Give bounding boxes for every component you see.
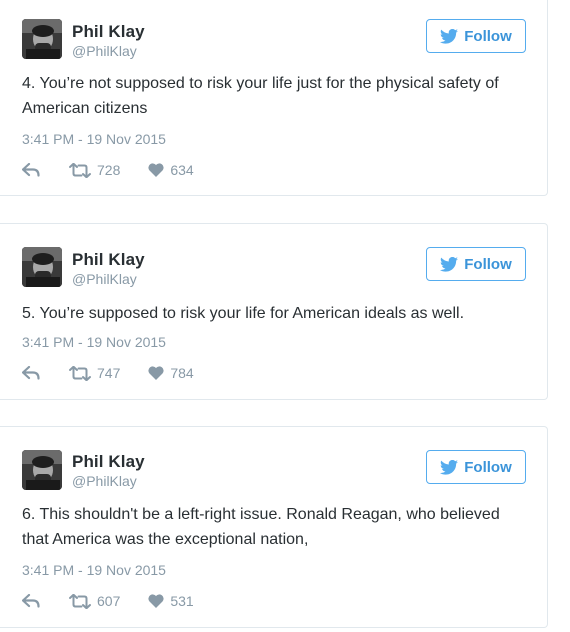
avatar[interactable]	[22, 19, 62, 59]
reply-button[interactable]	[22, 366, 40, 380]
retweet-icon	[69, 365, 91, 381]
author-name[interactable]: Phil Klay	[72, 250, 145, 270]
like-button[interactable]: 531	[142, 593, 194, 609]
tweet-text: 5. You’re supposed to risk your life for…	[22, 305, 465, 322]
twitter-bird-icon	[440, 28, 459, 44]
reply-icon	[22, 366, 40, 380]
retweet-count: 728	[97, 162, 121, 178]
tweet-text: 4. You’re not supposed to risk your life…	[22, 75, 499, 117]
follow-button[interactable]: Follow	[426, 450, 526, 484]
twitter-bird-icon	[440, 459, 459, 475]
heart-icon	[148, 163, 164, 177]
tweet-card: Phil Klay @PhilKlay Follow 4. You’re not…	[0, 0, 548, 196]
avatar[interactable]	[22, 247, 62, 287]
author-handle[interactable]: @PhilKlay	[72, 43, 137, 59]
like-count: 784	[170, 365, 194, 381]
heart-icon	[148, 594, 164, 608]
retweet-icon	[69, 593, 91, 609]
tweet-actions: 747 784	[22, 363, 194, 383]
tweet-timestamp[interactable]: 3:41 PM - 19 Nov 2015	[22, 334, 166, 350]
follow-label: Follow	[464, 255, 512, 273]
like-button[interactable]: 784	[142, 365, 194, 381]
retweet-icon	[69, 162, 91, 178]
tweet-actions: 607 531	[22, 591, 194, 611]
follow-button[interactable]: Follow	[426, 19, 526, 53]
reply-button[interactable]	[22, 594, 40, 608]
retweet-button[interactable]: 747	[63, 365, 120, 381]
author-name[interactable]: Phil Klay	[72, 22, 145, 42]
retweet-count: 747	[97, 365, 121, 381]
avatar[interactable]	[22, 450, 62, 490]
tweet-text: 6. This shouldn't be a left-right issue.…	[22, 506, 500, 548]
tweet-card: Phil Klay @PhilKlay Follow 5. You’re sup…	[0, 223, 548, 400]
author-name[interactable]: Phil Klay	[72, 452, 145, 472]
like-count: 531	[170, 593, 194, 609]
retweet-count: 607	[97, 593, 121, 609]
tweet-timestamp[interactable]: 3:41 PM - 19 Nov 2015	[22, 131, 166, 147]
follow-button[interactable]: Follow	[426, 247, 526, 281]
follow-label: Follow	[464, 27, 512, 45]
like-button[interactable]: 634	[142, 162, 194, 178]
reply-button[interactable]	[22, 163, 40, 177]
like-count: 634	[170, 162, 194, 178]
reply-icon	[22, 163, 40, 177]
author-handle[interactable]: @PhilKlay	[72, 271, 137, 287]
retweet-button[interactable]: 607	[63, 593, 120, 609]
retweet-button[interactable]: 728	[63, 162, 120, 178]
tweet-timestamp[interactable]: 3:41 PM - 19 Nov 2015	[22, 562, 166, 578]
author-handle[interactable]: @PhilKlay	[72, 473, 137, 489]
heart-icon	[148, 366, 164, 380]
tweet-card: Phil Klay @PhilKlay Follow 6. This shoul…	[0, 426, 548, 628]
twitter-bird-icon	[440, 256, 459, 272]
follow-label: Follow	[464, 458, 512, 476]
reply-icon	[22, 594, 40, 608]
tweet-actions: 728 634	[22, 160, 194, 180]
